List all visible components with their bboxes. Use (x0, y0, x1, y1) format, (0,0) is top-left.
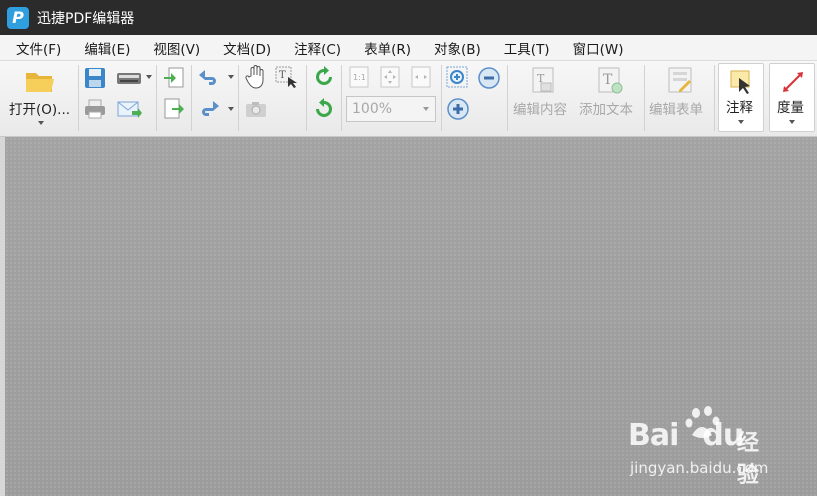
watermark-url: jingyan.baidu.com (630, 459, 769, 477)
fit-width-icon[interactable] (410, 66, 432, 88)
snapshot-icon[interactable] (244, 97, 268, 121)
rotate-clockwise-icon[interactable] (312, 65, 336, 89)
separator (238, 65, 239, 131)
menu-bar: 文件(F) 编辑(E) 视图(V) 文档(D) 注释(C) 表单(R) 对象(B… (0, 35, 817, 61)
menu-edit[interactable]: 编辑(E) (76, 38, 138, 58)
edit-content-button[interactable]: T 编辑内容 (511, 63, 577, 133)
baidu-watermark: Bai du 经验 jingyan.baidu.com (620, 405, 780, 488)
menu-window[interactable]: 窗口(W) (565, 38, 632, 58)
zoom-select[interactable]: 100% (346, 96, 436, 122)
scanner-dropdown-icon[interactable] (146, 75, 152, 79)
title-bar: P 迅捷PDF编辑器 (0, 0, 817, 35)
app-logo-icon: P (7, 6, 29, 29)
open-dropdown-icon (38, 121, 44, 125)
separator (341, 65, 342, 131)
measure-icon (779, 68, 807, 96)
annotate-panel-button[interactable]: 注释 (718, 63, 764, 132)
open-button[interactable]: 打开(O)... (4, 63, 76, 133)
edit-content-label: 编辑内容 (513, 102, 567, 118)
separator (306, 65, 307, 131)
scanner-icon[interactable] (114, 66, 144, 90)
annotate-dropdown-icon (738, 120, 744, 124)
edit-form-button[interactable]: 编辑表单 (647, 63, 713, 133)
menu-file[interactable]: 文件(F) (8, 38, 69, 58)
save-icon[interactable] (83, 66, 107, 90)
watermark-site-name: 经验 (737, 431, 760, 488)
measure-label: 度量 (777, 100, 804, 116)
edit-content-icon: T (528, 65, 560, 97)
print-icon[interactable] (83, 97, 107, 121)
extract-page-icon[interactable] (162, 97, 186, 121)
add-text-label: 添加文本 (579, 102, 633, 118)
window-title: 迅捷PDF编辑器 (37, 10, 135, 27)
menu-form[interactable]: 表单(R) (356, 38, 419, 58)
undo-dropdown-icon[interactable] (228, 75, 234, 79)
svg-text:1:1: 1:1 (353, 73, 366, 82)
measure-panel-button[interactable]: 度量 (769, 63, 815, 132)
hand-tool-icon[interactable] (244, 65, 268, 89)
folder-icon (24, 67, 56, 95)
annotate-icon (728, 68, 756, 96)
separator (644, 65, 645, 131)
add-text-button[interactable]: T 添加文本 (577, 63, 643, 133)
zoom-out-icon[interactable] (477, 66, 501, 90)
menu-view[interactable]: 视图(V) (145, 38, 208, 58)
rotate-counterclockwise-icon[interactable] (312, 97, 336, 121)
actual-size-icon[interactable]: 1:1 (348, 66, 370, 88)
menu-comment[interactable]: 注释(C) (286, 38, 349, 58)
separator (441, 65, 442, 131)
menu-document[interactable]: 文档(D) (215, 38, 279, 58)
fit-page-icon[interactable] (379, 66, 401, 88)
redo-icon[interactable] (197, 97, 221, 121)
svg-text:T: T (603, 72, 613, 88)
separator (156, 65, 157, 131)
menu-object[interactable]: 对象(B) (426, 38, 489, 58)
edit-form-label: 编辑表单 (649, 102, 703, 118)
separator (191, 65, 192, 131)
annotate-label: 注释 (726, 100, 753, 116)
open-label: 打开(O)... (9, 102, 71, 118)
add-text-icon: T (594, 65, 626, 97)
redo-dropdown-icon[interactable] (228, 107, 234, 111)
select-text-icon[interactable]: T (274, 65, 298, 89)
watermark-logo: Bai du (628, 418, 744, 453)
email-icon[interactable] (114, 97, 144, 121)
separator (714, 65, 715, 131)
zoom-dropdown-icon (423, 107, 429, 111)
separator (78, 65, 79, 131)
edit-form-icon (664, 65, 696, 97)
toolbar: 打开(O)... T 1:1 100% T 编辑内容 T 添加文本 编辑表单 注… (0, 61, 817, 137)
zoom-value: 100% (352, 101, 393, 117)
insert-page-icon[interactable] (162, 66, 186, 90)
measure-dropdown-icon (789, 120, 795, 124)
svg-text:T: T (279, 70, 286, 81)
marquee-zoom-icon[interactable] (446, 66, 470, 90)
undo-icon[interactable] (197, 66, 221, 90)
menu-tools[interactable]: 工具(T) (496, 38, 558, 58)
separator (507, 65, 508, 131)
zoom-in-icon[interactable] (446, 97, 470, 121)
